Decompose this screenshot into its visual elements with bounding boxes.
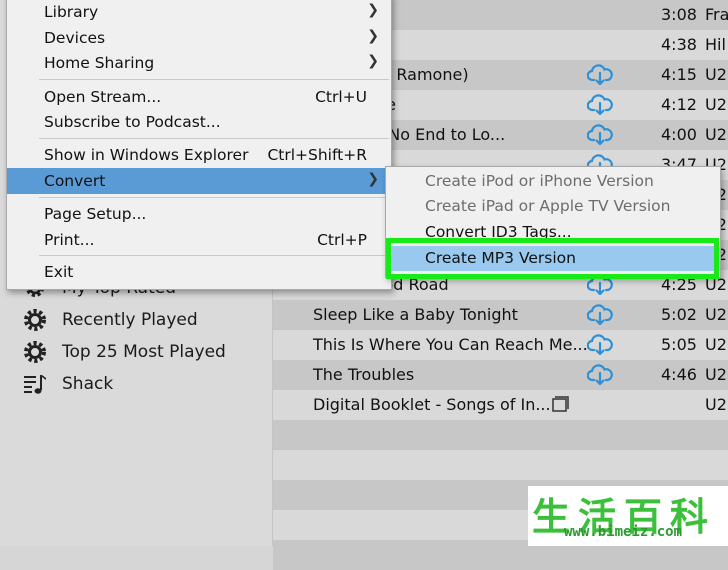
menu-item-open-stream[interactable]: Open Stream... Ctrl+U [7,84,391,110]
gear-icon [22,339,48,365]
track-artist: U2 [705,65,727,84]
menu-item-print[interactable]: Print... Ctrl+P [7,227,391,253]
table-row[interactable]: Sleep Like a Baby Tonight 5:02 U2 [273,300,728,330]
booklet-icon [550,395,570,415]
menu-item-show-in-explorer[interactable]: Show in Windows Explorer Ctrl+Shift+R [7,142,391,168]
chevron-right-icon: ❯ [367,28,379,44]
sidebar-item-label: Top 25 Most Played [62,342,226,362]
sidebar-item-shack[interactable]: Shack [22,369,113,399]
cloud-download-icon[interactable] [586,63,613,87]
menu-item-library[interactable]: Library ❯ [7,0,391,25]
watermark-url: www.bimeiz.com [564,524,683,540]
track-time: 4:00 [661,125,697,144]
track-time: 4:46 [661,365,697,384]
playlist-icon [22,371,48,397]
track-name: Sleep Like a Baby Tonight [313,305,518,324]
menu-item-create-mp3-version[interactable]: Create MP3 Version [386,246,720,271]
track-artist: U2 [705,335,727,354]
menu-item-page-setup[interactable]: Page Setup... [7,201,391,227]
menu-item-home-sharing[interactable]: Home Sharing ❯ [7,50,391,76]
sidebar-item-label: Recently Played [62,310,198,330]
gear-icon [22,307,48,333]
file-menu: Library ❯ Devices ❯ Home Sharing ❯ Open … [6,0,392,290]
menu-item-convert-id3-tags[interactable]: Convert ID3 Tags... [386,220,720,245]
track-time: 5:05 [661,335,697,354]
track-artist: U2 [705,95,727,114]
menu-item-create-ipad-version[interactable]: Create iPad or Apple TV Version [386,194,720,219]
watermark: 生活百科 www.bimeiz.com [528,486,728,546]
menu-separator [39,138,389,139]
chevron-right-icon: ❯ [367,53,379,69]
cloud-download-icon[interactable] [586,93,613,117]
menu-separator [39,255,389,256]
menu-item-devices[interactable]: Devices ❯ [7,25,391,51]
menu-item-create-ipod-version[interactable]: Create iPod or iPhone Version [386,169,720,194]
sidebar-item-recently-played[interactable]: Recently Played [22,305,198,335]
sidebar-item-label: Shack [62,374,114,394]
table-row[interactable]: Digital Booklet - Songs of In... U2 [273,390,728,420]
track-artist: Fra [705,5,728,24]
menu-item-exit[interactable]: Exit [7,259,391,285]
sidebar-item-top-25-most-played[interactable]: Top 25 Most Played [22,337,226,367]
chevron-right-icon: ❯ [367,171,379,187]
convert-submenu: Create iPod or iPhone Version Create iPa… [385,166,721,278]
cloud-download-icon[interactable] [586,123,613,147]
cloud-download-icon[interactable] [586,303,613,327]
menu-item-subscribe-podcast[interactable]: Subscribe to Podcast... [7,109,391,135]
cloud-download-icon[interactable] [586,363,613,387]
track-time: 4:12 [661,95,697,114]
track-artist: U2 [705,125,727,144]
track-artist: Hil [705,35,726,54]
track-time: 5:02 [661,305,697,324]
track-name: The Troubles [313,365,415,384]
chevron-right-icon: ❯ [367,2,379,18]
track-artist: U2 [705,305,727,324]
track-time: 3:08 [661,5,697,24]
track-time: 4:15 [661,65,697,84]
menu-item-convert[interactable]: Convert ❯ [7,168,391,194]
menu-separator [39,79,389,80]
track-artist: U2 [705,365,727,384]
empty-row [273,450,728,480]
table-row[interactable]: This Is Where You Can Reach Me... 5:05 U2 [273,330,728,360]
empty-row [273,420,728,450]
track-name: This Is Where You Can Reach Me... [313,335,588,354]
table-row[interactable]: The Troubles 4:46 U2 [273,360,728,390]
cloud-download-icon[interactable] [586,333,613,357]
track-name: Digital Booklet - Songs of In... [313,395,551,414]
track-time: 4:38 [661,35,697,54]
track-artist: U2 [705,395,727,414]
menu-separator [39,197,389,198]
